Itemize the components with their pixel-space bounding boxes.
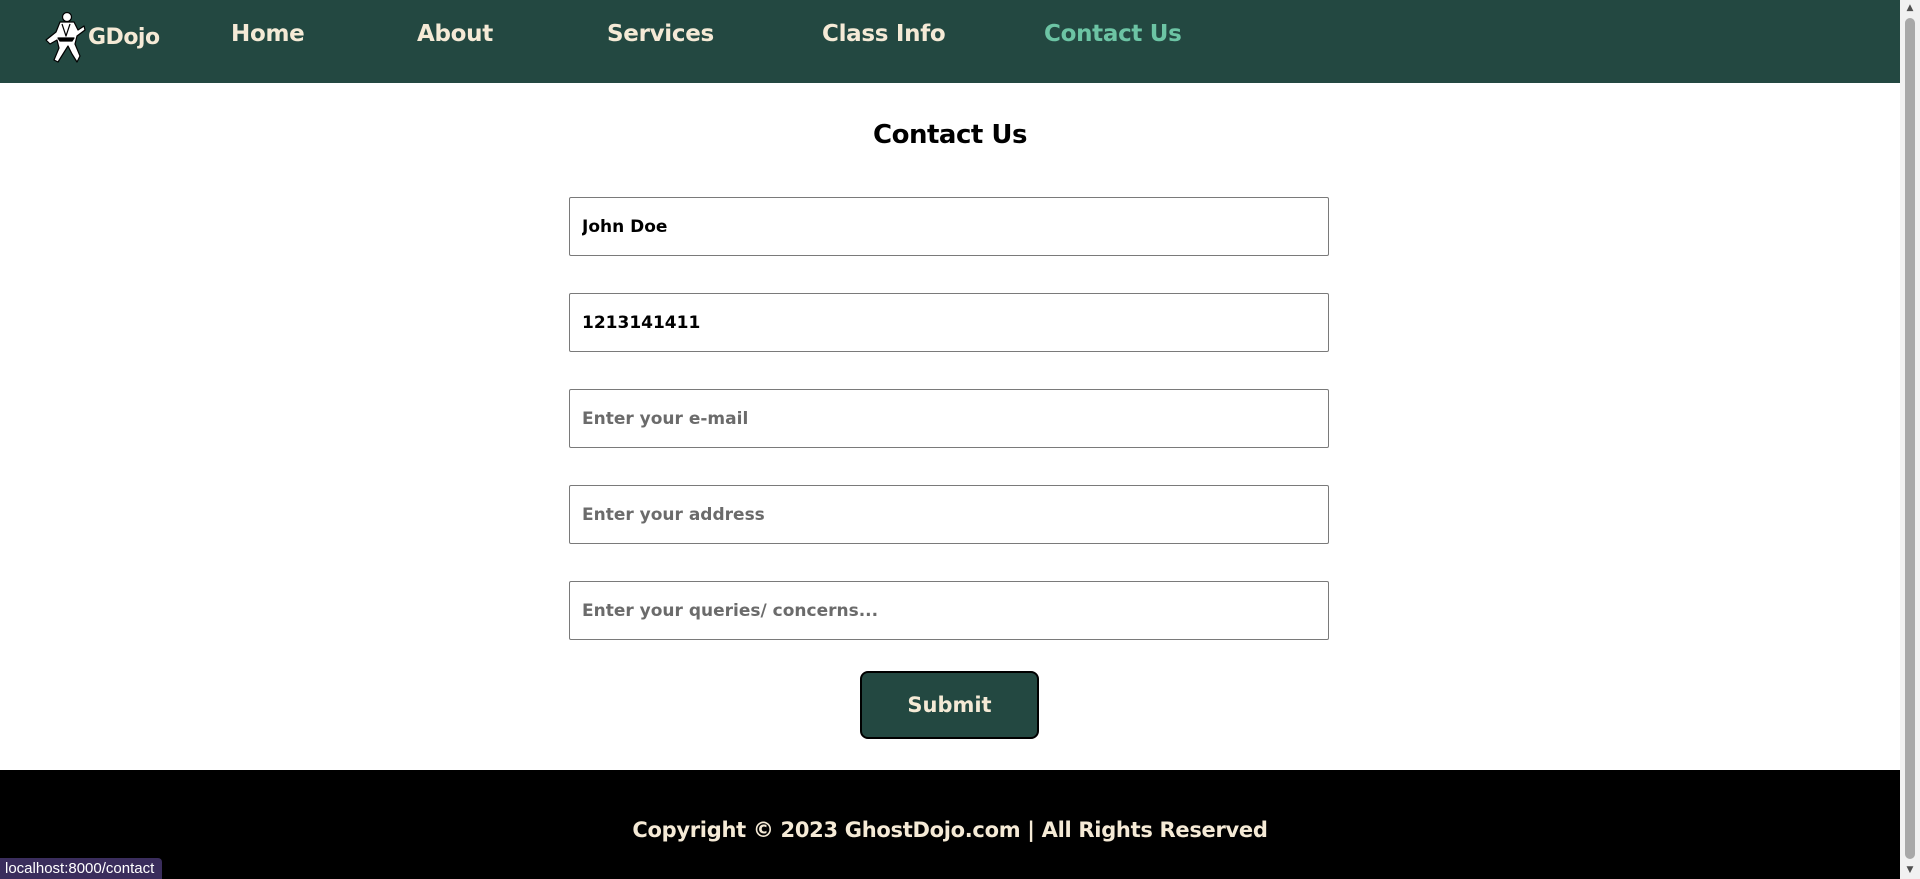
page-title: Contact Us — [873, 120, 1027, 150]
brand-link[interactable]: GDojo — [44, 10, 160, 64]
nav-link-contact-us[interactable]: Contact Us — [1044, 20, 1182, 48]
phone-input[interactable] — [569, 293, 1329, 352]
scrollbar-thumb[interactable] — [1905, 18, 1915, 859]
nav-link-about[interactable]: About — [417, 20, 493, 48]
brand-name: GDojo — [88, 24, 160, 50]
submit-button[interactable]: Submit — [860, 671, 1039, 739]
name-input[interactable] — [569, 197, 1329, 256]
scroll-up-arrow-icon[interactable]: ▲ — [1900, 0, 1920, 17]
status-bar-url: localhost:8000/contact — [0, 858, 163, 879]
page: GDojo Home About Services Class Info Con… — [0, 0, 1920, 879]
nav-link-services[interactable]: Services — [607, 20, 714, 48]
nav-link-class-info[interactable]: Class Info — [822, 20, 946, 48]
vertical-scrollbar[interactable]: ▲ ▼ — [1900, 0, 1920, 879]
footer-copyright: Copyright © 2023 GhostDojo.com | All Rig… — [632, 818, 1268, 842]
scroll-down-arrow-icon[interactable]: ▼ — [1900, 862, 1920, 879]
email-input[interactable] — [569, 389, 1329, 448]
nav-link-home[interactable]: Home — [231, 20, 305, 48]
navbar: GDojo Home About Services Class Info Con… — [0, 0, 1900, 83]
footer: Copyright © 2023 GhostDojo.com | All Rig… — [0, 770, 1900, 879]
martial-artist-logo-icon — [45, 11, 86, 63]
address-input[interactable] — [569, 485, 1329, 544]
queries-input[interactable] — [569, 581, 1329, 640]
